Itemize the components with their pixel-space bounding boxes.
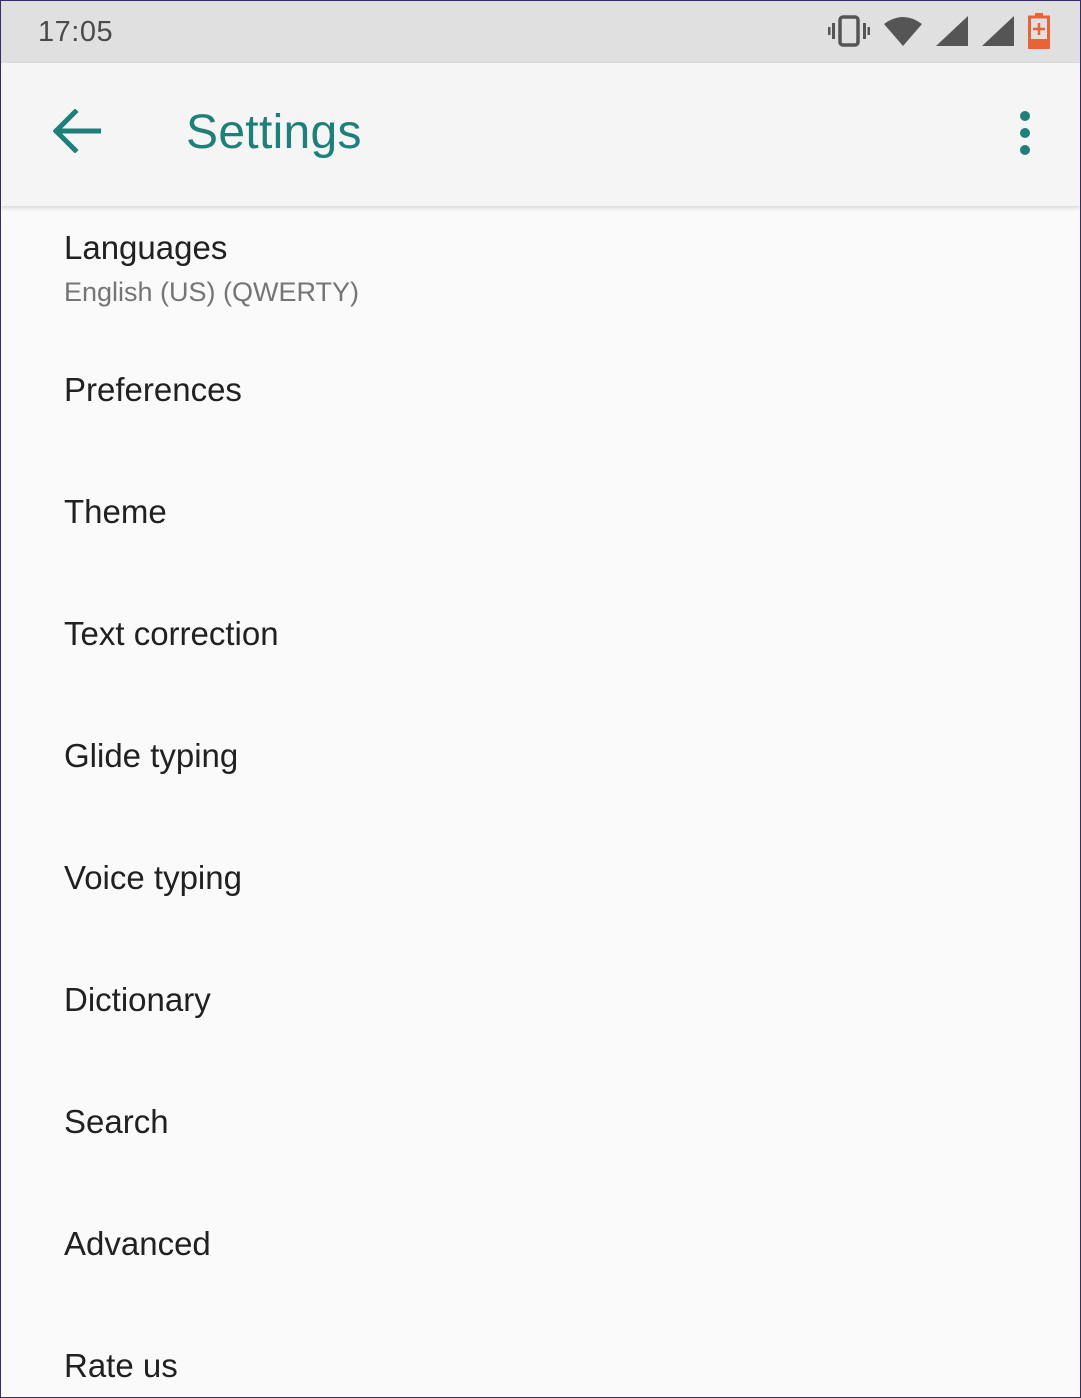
settings-item-title: Voice typing [64, 859, 242, 896]
more-vert-icon [1019, 110, 1031, 160]
settings-item-title: Preferences [64, 371, 242, 408]
settings-item-dictionary[interactable]: Dictionary [1, 945, 1080, 1067]
page-title: Settings [186, 106, 362, 159]
status-icons [828, 12, 1050, 54]
status-time: 17:05 [38, 16, 114, 48]
settings-item-title: Theme [64, 493, 167, 530]
arrow-back-icon [52, 107, 102, 158]
settings-item-title: Languages [64, 229, 228, 266]
settings-item-title: Advanced [64, 1225, 211, 1262]
settings-item-title: Search [64, 1103, 169, 1140]
settings-item-preferences[interactable]: Preferences [1, 335, 1080, 457]
more-options-button[interactable] [1000, 103, 1050, 167]
settings-item-summary: English (US) (QWERTY) [64, 277, 360, 307]
settings-item-title: Dictionary [64, 981, 211, 1018]
battery-charging-icon [1028, 12, 1050, 54]
vibrate-icon [828, 14, 870, 53]
status-bar: 17:05 [1, 1, 1080, 63]
settings-item-text-correction[interactable]: Text correction [1, 579, 1080, 701]
signal-icon [936, 15, 968, 51]
back-button[interactable] [45, 101, 109, 165]
settings-item-languages[interactable]: Languages English (US) (QWERTY) [1, 207, 1080, 335]
settings-item-glide-typing[interactable]: Glide typing [1, 701, 1080, 823]
settings-item-theme[interactable]: Theme [1, 457, 1080, 579]
settings-item-search[interactable]: Search [1, 1067, 1080, 1189]
signal-icon [982, 15, 1014, 51]
settings-item-advanced[interactable]: Advanced [1, 1189, 1080, 1311]
app-bar: Settings [1, 63, 1080, 206]
settings-item-rate-us[interactable]: Rate us [1, 1311, 1080, 1397]
settings-item-title: Glide typing [64, 737, 239, 774]
settings-item-title: Rate us [64, 1347, 178, 1384]
settings-item-voice-typing[interactable]: Voice typing [1, 823, 1080, 945]
settings-item-title: Text correction [64, 615, 279, 652]
settings-list: Languages English (US) (QWERTY) Preferen… [1, 207, 1080, 1397]
wifi-icon [884, 16, 922, 51]
